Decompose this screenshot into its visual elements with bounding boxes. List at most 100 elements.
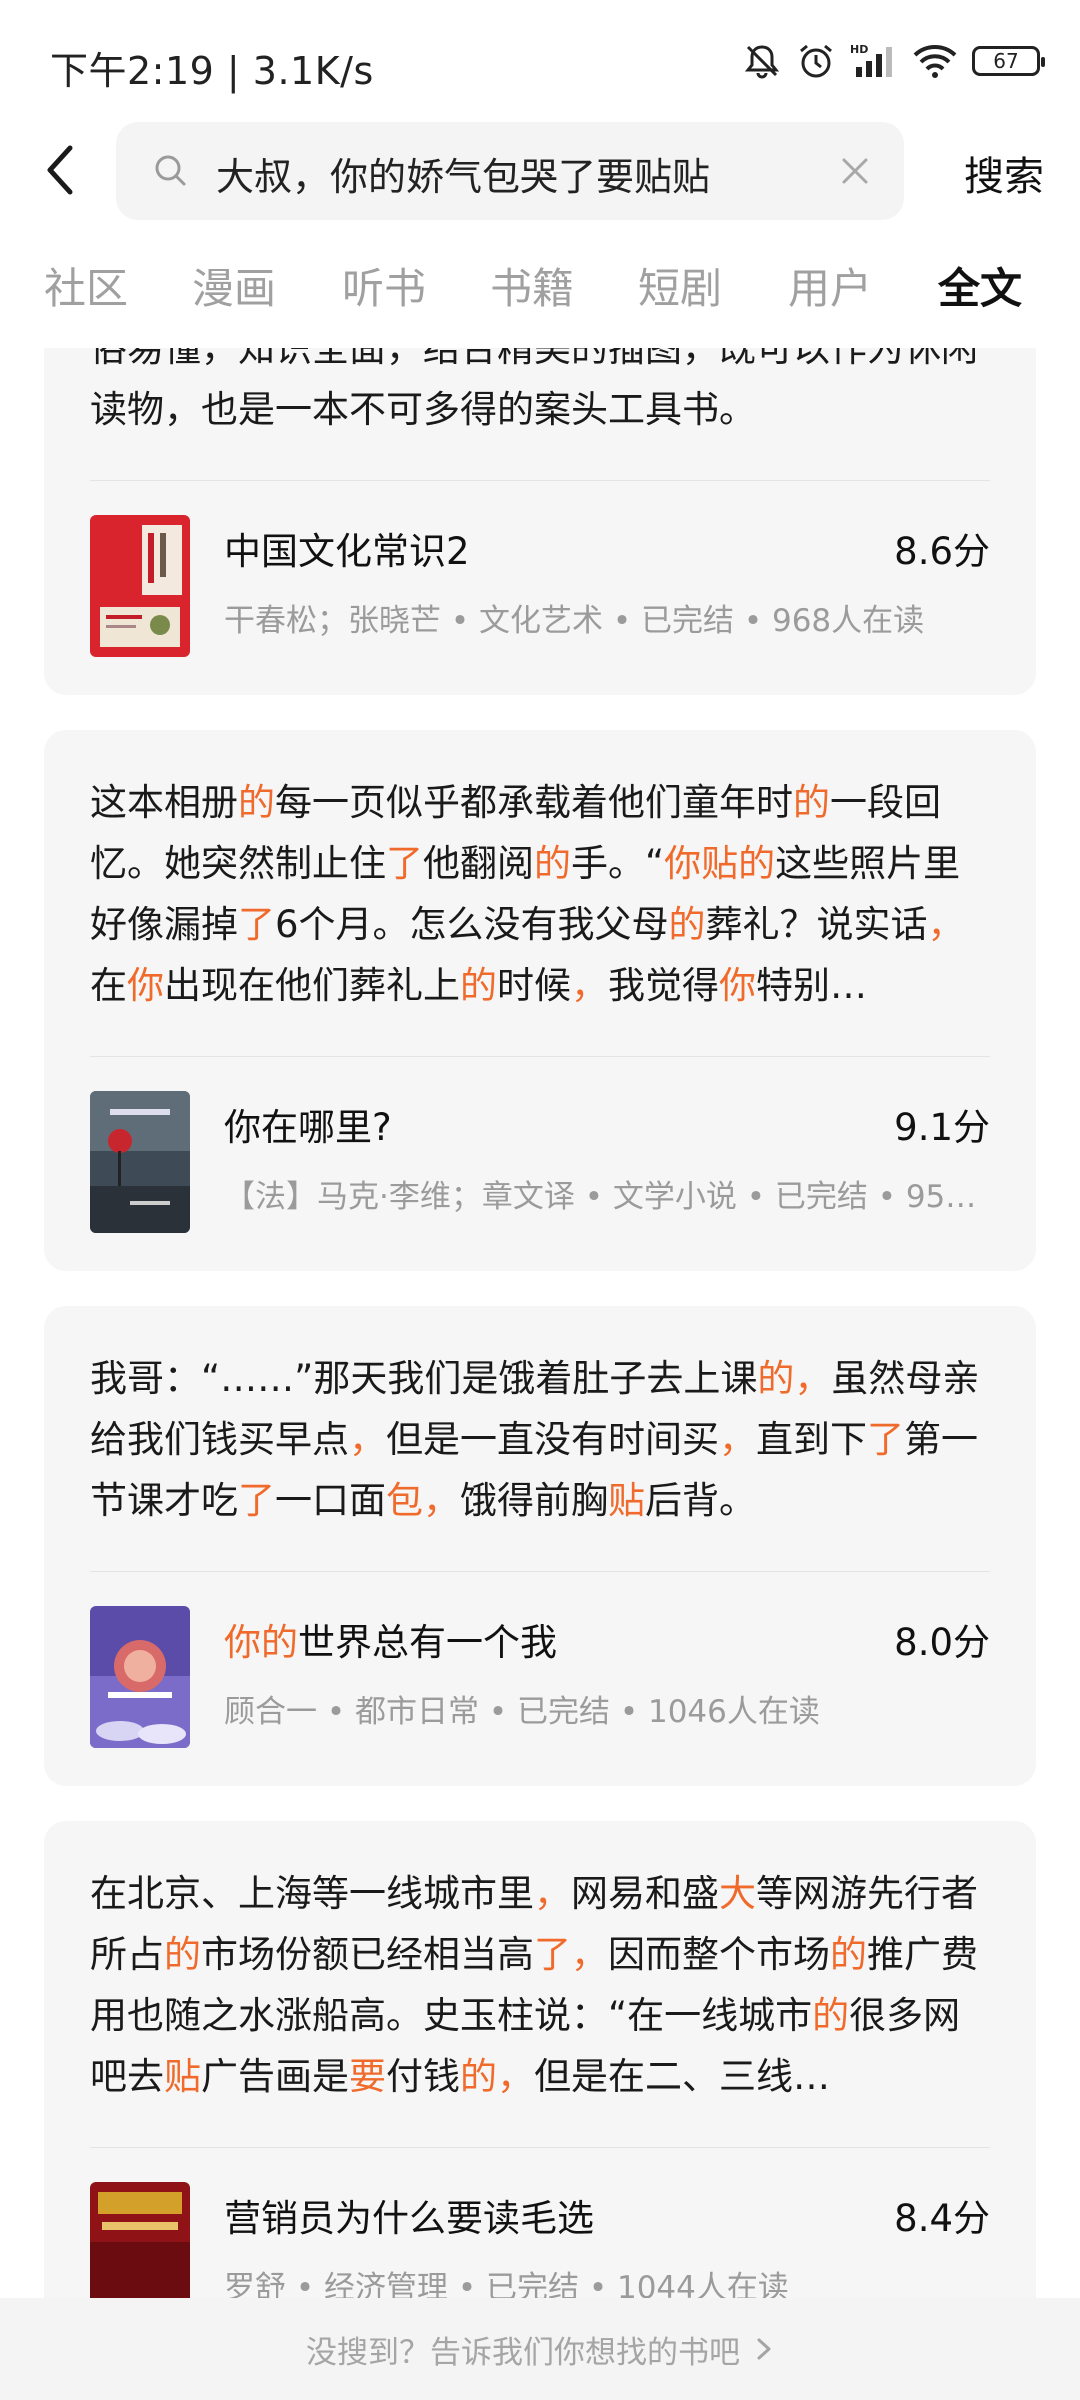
clear-icon[interactable]	[834, 150, 876, 192]
highlight-text: ，	[534, 1872, 571, 1915]
book-score: 8.4分	[894, 2197, 990, 2240]
text-segment: 每一页似乎都承载着他们童年时	[275, 781, 793, 824]
tab-audiobooks[interactable]: 听书	[342, 255, 426, 316]
text-segment: 在北京、上海等一线城市里	[90, 1872, 534, 1915]
search-input[interactable]: 大叔，你的娇气包哭了要贴贴	[116, 122, 904, 220]
book-meta: 罗舒 • 经济管理 • 已完结 • 1044人在读	[224, 2270, 789, 2298]
book-cover	[90, 2182, 190, 2298]
text-segment: 付钱	[386, 2055, 460, 2098]
highlight-text: 了	[238, 1479, 275, 1522]
result-card[interactable]: 这本相册的每一页似乎都承载着他们童年时的一段回忆。她突然制止住了他翻阅的手。“你…	[44, 730, 1036, 1271]
text-segment: 葬礼？说实话	[705, 903, 928, 946]
highlight-text: 大	[719, 1872, 756, 1915]
search-results-screen: 下午2:19 | 3.1K/s HD 67 大叔，你的娇气包哭了要贴贴 搜索 社…	[0, 0, 1080, 2400]
status-bar: 下午2:19 | 3.1K/s HD 67	[0, 0, 1080, 125]
book-title: 中国文化常识2	[224, 521, 470, 575]
book-meta: 顾合一 • 都市日常 • 已完结 • 1046人在读	[224, 1694, 820, 1730]
book-row[interactable]: 你在哪里? 9.1分 【法】马克·李维；章文译 • 文学小说 • 已完结 • 9…	[90, 1057, 990, 1271]
text-segment: 这本相册	[90, 781, 238, 824]
tab-community[interactable]: 社区	[44, 255, 128, 316]
text-segment: 网易和盛	[571, 1872, 719, 1915]
highlight-text: 的，	[757, 1357, 832, 1400]
result-card[interactable]: 俗易懂，知识全面，结合精美的插图，既可以作为休闲读物，也是一本不可多得的案头工具…	[44, 348, 1036, 695]
highlight-text: 的	[164, 1933, 201, 1976]
snippet-text: 我哥：“……”那天我们是饿着肚子去上课的，虽然母亲给我们钱买早点，但是一直没有时…	[90, 1306, 990, 1571]
highlight-text: ，	[571, 964, 608, 1007]
book-title: 你在哪里?	[224, 1097, 392, 1151]
text-segment: 饿得前胸	[460, 1479, 608, 1522]
highlight-text: 你的	[224, 1621, 298, 1664]
highlight-text: 你贴的	[664, 842, 776, 885]
alarm-icon	[796, 41, 836, 81]
text-segment: 直到下	[756, 1418, 867, 1461]
search-icon	[155, 155, 186, 186]
hd-signal-icon: HD	[850, 41, 898, 81]
search-header: 大叔，你的娇气包哭了要贴贴 搜索	[0, 120, 1080, 220]
highlight-text: 的	[812, 1994, 850, 2037]
text-segment: 市场份额已经相当高	[201, 1933, 534, 1976]
book-cover	[90, 515, 190, 657]
text-segment: 营销员为什么要读毛选	[224, 2197, 594, 2240]
highlight-text: 包，	[386, 1479, 460, 1522]
highlight-text: 的	[238, 781, 275, 824]
text-segment: 他翻阅	[423, 842, 534, 885]
text-segment: 你在哪里?	[224, 1106, 392, 1149]
result-card[interactable]: 我哥：“……”那天我们是饿着肚子去上课的，虽然母亲给我们钱买早点，但是一直没有时…	[44, 1306, 1036, 1786]
feedback-footer[interactable]: 没搜到？告诉我们你想找的书吧	[0, 2298, 1080, 2400]
text-segment: 在	[90, 964, 127, 1007]
wifi-icon	[912, 41, 958, 81]
highlight-text: 了	[867, 1418, 904, 1461]
search-query: 大叔，你的娇气包哭了要贴贴	[216, 155, 711, 199]
book-score: 8.6分	[894, 530, 990, 573]
status-time: 下午2:19 | 3.1K/s	[50, 49, 374, 93]
book-row[interactable]: 你的世界总有一个我 8.0分 顾合一 • 都市日常 • 已完结 • 1046人在…	[90, 1572, 990, 1786]
snippet-text: 俗易懂，知识全面，结合精美的插图，既可以作为休闲读物，也是一本不可多得的案头工具…	[90, 348, 990, 480]
text-segment: 出现在他们葬礼上	[164, 964, 460, 1007]
text-segment: 我觉得	[608, 964, 719, 1007]
feedback-link[interactable]: 没搜到？告诉我们你想找的书吧	[306, 2327, 740, 2372]
text-segment: 世界总有一个我	[298, 1621, 557, 1664]
tab-full-text[interactable]: 全文	[938, 255, 1022, 316]
tab-short-drama[interactable]: 短剧	[638, 255, 722, 316]
highlight-text: ，	[719, 1418, 756, 1461]
text-segment: 我哥：“……”那天我们是饿着肚子去上课	[90, 1357, 758, 1400]
mute-bell-icon	[742, 41, 782, 81]
text-segment: 但是一直没有时间买	[386, 1418, 719, 1461]
book-row[interactable]: 营销员为什么要读毛选 8.4分 罗舒 • 经济管理 • 已完结 • 1044人在…	[90, 2148, 990, 2298]
highlight-text: 的	[460, 964, 497, 1007]
text-segment: 后背。	[645, 1479, 756, 1522]
tab-comics[interactable]: 漫画	[192, 255, 276, 316]
text-segment: 广告画是	[201, 2055, 349, 2098]
highlight-text: 的	[793, 781, 830, 824]
text-segment: 但是在二、三线…	[534, 2055, 830, 2098]
search-button[interactable]: 搜索	[964, 144, 1044, 202]
back-button[interactable]	[30, 140, 90, 200]
battery-level: 67	[993, 49, 1019, 73]
highlight-text: 的	[668, 903, 706, 946]
tab-books[interactable]: 书籍	[490, 255, 574, 316]
book-title: 营销员为什么要读毛选	[224, 2188, 594, 2242]
book-meta: 干春松；张晓芒 • 文化艺术 • 已完结 • 968人在读	[224, 603, 925, 639]
highlight-text: 的	[830, 1933, 867, 1976]
book-cover	[90, 1091, 190, 1233]
book-score: 9.1分	[894, 1106, 990, 1149]
highlight-text: 的	[534, 842, 571, 885]
book-cover	[90, 1606, 190, 1748]
results-list[interactable]: 俗易懂，知识全面，结合精美的插图，既可以作为休闲读物，也是一本不可多得的案头工具…	[0, 348, 1080, 2298]
category-tabs: 社区 漫画 听书 书籍 短剧 用户 全文	[0, 255, 1080, 335]
highlight-text: 要	[349, 2055, 386, 2098]
tab-users[interactable]: 用户	[788, 255, 872, 316]
text-segment: 手。“	[571, 842, 665, 885]
book-row[interactable]: 中国文化常识2 8.6分 干春松；张晓芒 • 文化艺术 • 已完结 • 968人…	[90, 481, 990, 695]
highlight-text: 你	[127, 964, 164, 1007]
highlight-text: ，	[349, 1418, 386, 1461]
highlight-text: 你	[719, 964, 756, 1007]
text-segment: 因而整个市场	[608, 1933, 830, 1976]
result-card[interactable]: 在北京、上海等一线城市里，网易和盛大等网游先行者所占的市场份额已经相当高了，因而…	[44, 1821, 1036, 2298]
highlight-text: 的，	[460, 2055, 534, 2098]
text-segment: 时候	[497, 964, 571, 1007]
highlight-text: 贴	[608, 1479, 645, 1522]
text-segment: 中国文化常识2	[224, 530, 470, 573]
highlight-text: ，	[927, 903, 965, 946]
svg-text:HD: HD	[850, 43, 868, 56]
